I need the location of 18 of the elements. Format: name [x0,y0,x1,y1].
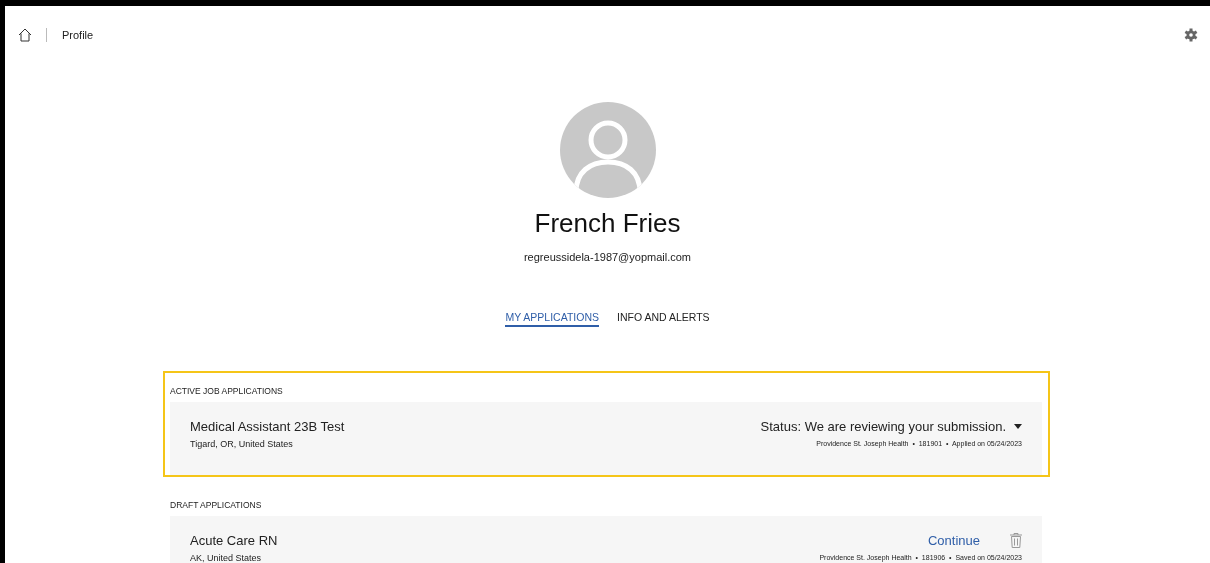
job-location: Tigard, OR, United States [190,439,294,449]
trash-icon[interactable] [1010,533,1022,548]
section-title: DRAFT APPLICATIONS [170,500,262,510]
home-icon[interactable] [18,28,32,42]
profile-email: regreussidela-1987@yopmail.com [523,251,692,263]
continue-link[interactable]: Continue [927,533,980,548]
job-location: AK, United States [190,553,263,563]
profile-name: French Fries [534,208,681,239]
settings-icon[interactable] [1184,28,1198,42]
tab[interactable]: INFO AND ALERTS [617,310,710,327]
job-title: Medical Assistant 23B Test [190,419,345,434]
breadcrumb-label: Profile [62,29,94,41]
caret-icon[interactable] [1014,424,1022,429]
avatar-icon [559,102,656,198]
tab[interactable]: MY APPLICATIONS [505,310,599,327]
section-title: ACTIVE JOB APPLICATIONS [170,386,283,396]
status-text: Status: We are reviewing your submission. [760,419,1006,434]
job-title: Acute Care RN [190,533,278,548]
